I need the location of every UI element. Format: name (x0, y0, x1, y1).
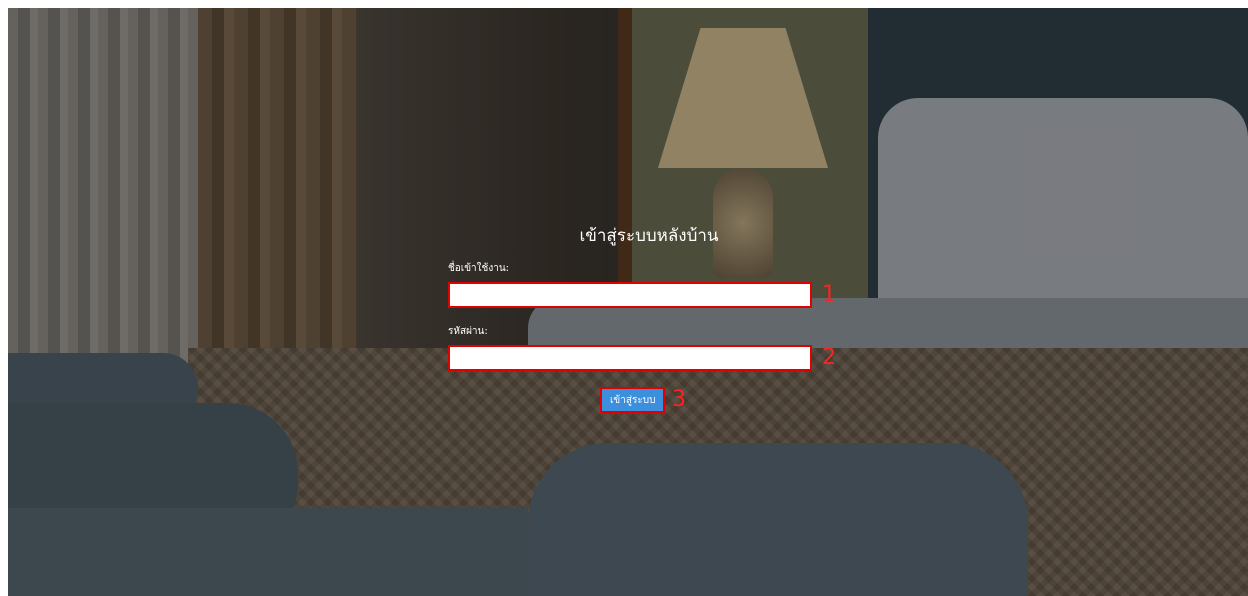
password-input[interactable] (448, 345, 812, 371)
password-label: รหัสผ่าน: (448, 326, 488, 337)
username-row: 1 (448, 282, 836, 312)
login-title: เข้าสู่ระบบหลังบ้าน (579, 226, 719, 246)
login-button[interactable]: เข้าสู่ระบบ (600, 387, 666, 413)
username-label: ชื่อเข้าใช้งาน: (448, 263, 510, 274)
submit-row: เข้าสู่ระบบ 3 (448, 387, 820, 417)
password-row: 2 (448, 345, 836, 375)
annotation-marker-1: 1 (822, 282, 836, 307)
annotation-marker-3: 3 (672, 387, 686, 412)
login-form: เข้าสู่ระบบหลังบ้าน ชื่อเข้าใช้งาน: 1 รห… (448, 222, 836, 417)
annotation-marker-2: 2 (822, 345, 836, 370)
username-input[interactable] (448, 282, 812, 308)
